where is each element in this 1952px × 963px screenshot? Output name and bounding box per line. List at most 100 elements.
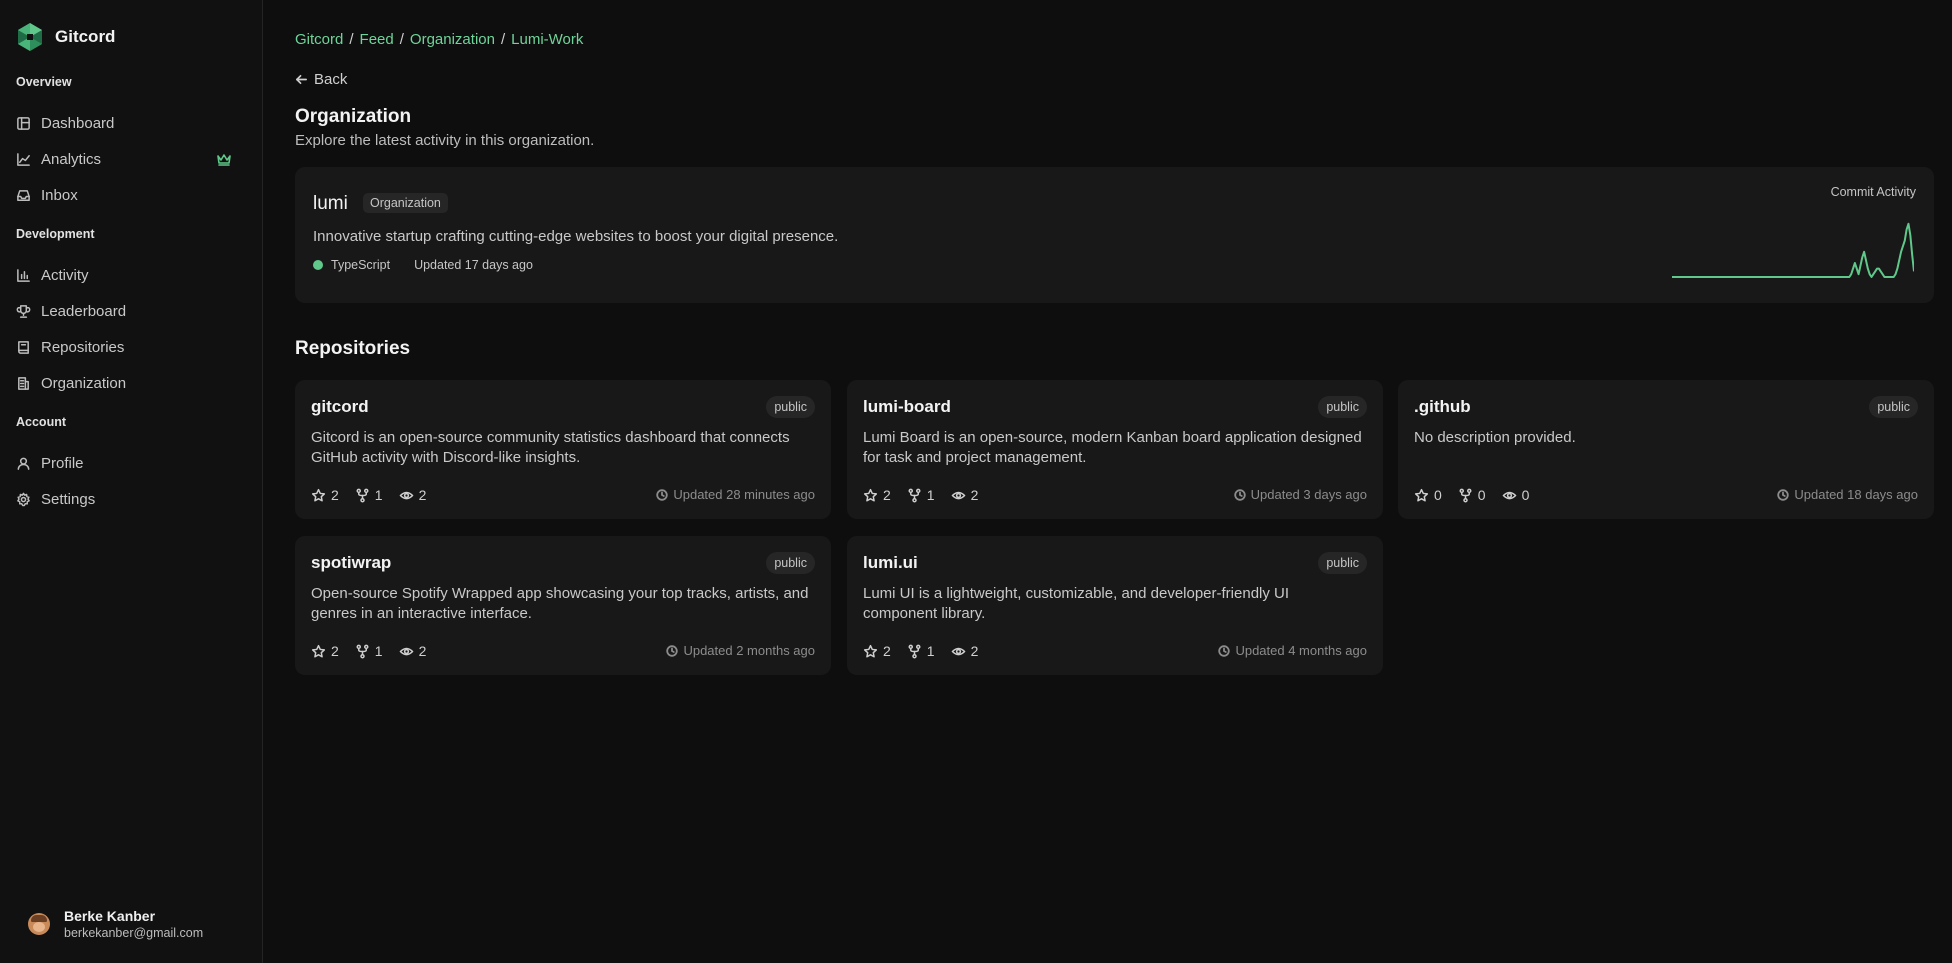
repo-name[interactable]: spotiwrap [311,553,391,573]
back-button[interactable]: Back [295,71,347,88]
book-icon [18,340,29,354]
breadcrumb: Gitcord / Feed / Organization / Lumi-Wor… [295,31,583,48]
org-name: lumi [313,193,348,214]
repo-card-github[interactable]: .github public No description provided. … [1398,380,1934,519]
org-meta: TypeScript Updated 17 days ago [313,258,533,272]
org-description: Innovative startup crafting cutting-edge… [313,228,839,245]
sidebar-item-settings[interactable]: Settings [8,484,254,514]
brand[interactable]: Gitcord [15,22,115,52]
sidebar-item-activity[interactable]: Activity [8,260,254,290]
repo-card-spotiwrap[interactable]: spotiwrap public Open-source Spotify Wra… [295,536,831,675]
repo-updated-text: Updated 4 months ago [1235,643,1367,658]
watchers-stat: 0 [1502,487,1530,503]
repo-name[interactable]: gitcord [311,397,369,417]
forks-count: 1 [374,487,383,503]
breadcrumb-lumi-work[interactable]: Lumi-Work [511,31,583,48]
repo-name[interactable]: .github [1414,397,1471,417]
repo-updated-text: Updated 3 days ago [1250,487,1367,502]
repo-updated: Updated 4 months ago [1218,643,1367,658]
watchers-count: 0 [1521,487,1530,503]
repo-card-lumi-board[interactable]: lumi-board public Lumi Board is an open-… [847,380,1383,519]
repo-stats: 2 1 2 [863,487,978,503]
repo-description: Lumi UI is a lightweight, customizable, … [863,585,1290,622]
eye-icon [951,647,965,655]
forks-count: 0 [1477,487,1486,503]
star-icon [311,488,326,502]
sidebar-item-leaderboard[interactable]: Leaderboard [8,296,254,326]
forks-stat: 1 [355,643,383,659]
repo-description: Open-source Spotify Wrapped app showcasi… [311,585,809,622]
page-subtitle: Explore the latest activity in this orga… [295,132,595,149]
visibility-badge: public [1869,396,1918,418]
sidebar-item-repositories[interactable]: Repositories [8,332,254,362]
watchers-count: 2 [418,643,427,659]
breadcrumb-separator: / [399,31,404,48]
sidebar-item-label: Leaderboard [41,302,127,320]
clock-icon [666,644,679,657]
arrow-left-icon [296,74,307,85]
trophy-icon [16,304,31,318]
watchers-stat: 2 [399,487,427,503]
forks-stat: 1 [907,487,935,503]
org-updated: Updated 17 days ago [414,258,533,272]
sidebar-item-label: Analytics [41,150,102,168]
repo-stats: 2 1 2 [311,643,426,659]
stars-stat: 2 [863,487,891,503]
section-title-development: Development [16,227,95,241]
sidebar-item-label: Repositories [41,338,125,356]
forks-stat: 1 [907,643,935,659]
watchers-stat: 2 [399,643,427,659]
star-icon [1414,488,1429,502]
repo-card-lumi-ui[interactable]: lumi.ui public Lumi UI is a lightweight,… [847,536,1383,675]
visibility-badge: public [766,552,815,574]
stars-stat: 2 [311,487,339,503]
visibility-badge: public [766,396,815,418]
repo-stats: 2 1 2 [311,487,426,503]
forks-count: 1 [926,643,935,659]
clock-icon [656,488,669,501]
building-icon [18,376,29,390]
commit-activity-line [1672,222,1914,278]
stars-count: 2 [331,643,339,659]
user-icon [17,457,30,470]
star-icon [863,644,878,658]
watchers-count: 2 [970,487,979,503]
sidebar-item-dashboard[interactable]: Dashboard [8,108,254,138]
repo-stats: 2 1 2 [863,643,978,659]
stars-count: 2 [331,487,339,503]
dashboard-icon [17,116,30,130]
forks-count: 1 [926,487,935,503]
breadcrumb-feed[interactable]: Feed [360,31,394,48]
repo-name[interactable]: lumi.ui [863,553,918,573]
repo-name[interactable]: lumi-board [863,397,951,417]
watchers-count: 2 [418,487,427,503]
repo-updated: Updated 2 months ago [666,643,815,658]
section-title-overview: Overview [16,75,72,89]
repo-updated: Updated 18 days ago [1777,487,1918,502]
repo-stats: 0 0 0 [1414,487,1529,503]
bar-chart-icon [17,268,30,282]
repo-updated-text: Updated 18 days ago [1794,487,1918,502]
stars-stat: 2 [863,643,891,659]
main-content: Gitcord / Feed / Organization / Lumi-Wor… [263,0,1952,963]
sidebar-item-inbox[interactable]: Inbox [8,180,254,210]
sidebar-item-label: Settings [41,490,96,508]
repo-card-gitcord[interactable]: gitcord public Gitcord is an open-source… [295,380,831,519]
user-profile[interactable]: Berke Kanber berkekanber@gmail.com [28,908,203,940]
language-dot-icon [313,260,323,270]
star-icon [863,488,878,502]
sidebar: Gitcord Overview Dashboard Analytics Inb… [0,0,263,963]
sidebar-item-profile[interactable]: Profile [8,448,254,478]
sidebar-item-analytics[interactable]: Analytics [8,144,254,174]
eye-icon [399,647,413,655]
watchers-count: 2 [970,643,979,659]
chart-line-icon [17,152,30,166]
breadcrumb-organization[interactable]: Organization [410,31,495,48]
clock-icon [1777,488,1790,501]
sidebar-item-organization[interactable]: Organization [8,368,254,398]
breadcrumb-gitcord[interactable]: Gitcord [295,31,343,48]
forks-stat: 0 [1458,487,1486,503]
repo-description: No description provided. [1414,429,1576,446]
org-language: TypeScript [331,258,391,272]
sidebar-item-label: Activity [41,266,89,284]
